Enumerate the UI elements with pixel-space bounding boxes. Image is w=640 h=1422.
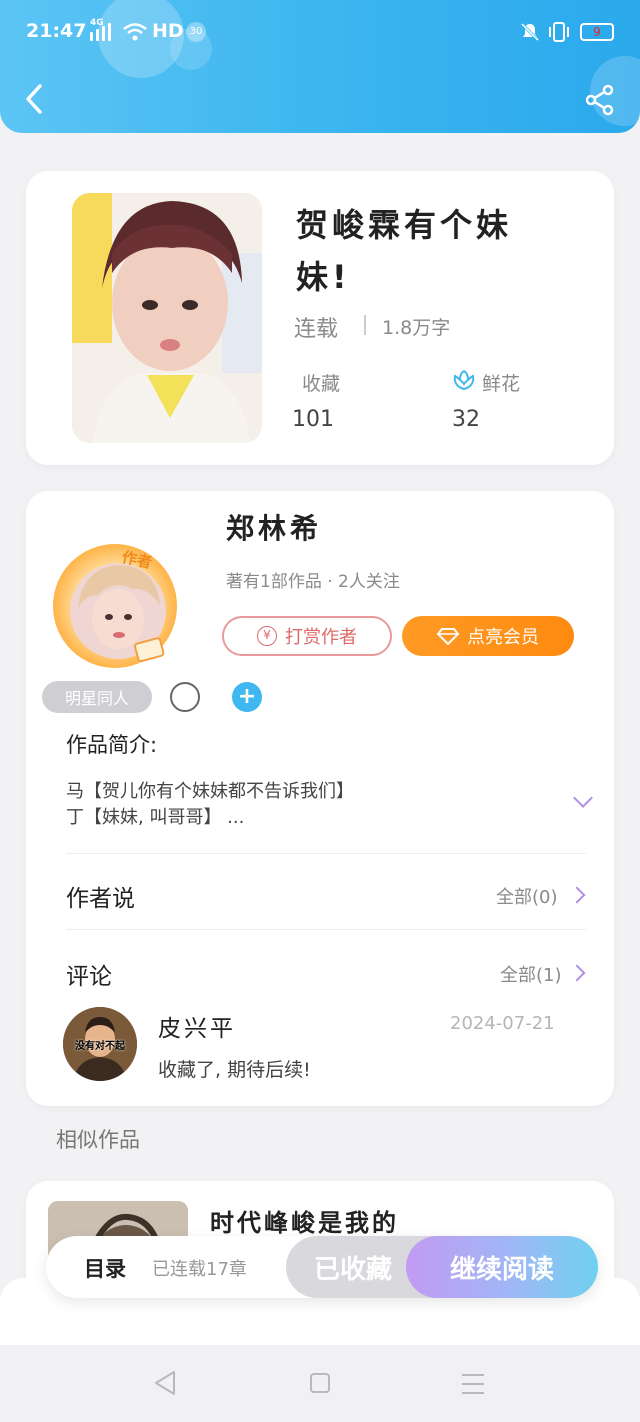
similar-heading: 相似作品	[56, 1128, 140, 1152]
share-icon[interactable]	[584, 84, 616, 116]
mute-icon	[520, 22, 540, 42]
intro-line-1: 马【贺儿你有个妹妹都不告诉我们】	[66, 781, 354, 802]
catalog-button[interactable]: 目录	[84, 1253, 126, 1283]
flowers-value: 32	[452, 407, 480, 432]
nav-home-icon[interactable]	[310, 1373, 330, 1393]
tag-circle-icon[interactable]	[170, 682, 200, 712]
book-cover[interactable]	[72, 193, 262, 443]
vibrate-icon	[549, 22, 569, 42]
author-avatar-image	[53, 544, 177, 668]
author-says-arrow-icon[interactable]	[568, 886, 586, 904]
add-tag-icon[interactable]: +	[232, 682, 262, 712]
tip-author-label: 打赏作者	[285, 627, 357, 648]
commenter-name[interactable]: 皮兴平	[158, 1009, 236, 1043]
author-avatar[interactable]: 作者	[48, 539, 182, 673]
top-header: 21:47 4G HD 30 9	[0, 0, 640, 133]
author-meta: 著有1部作品 · 2人关注	[226, 572, 400, 592]
signal-icon: 4G	[90, 18, 118, 42]
book-title: 贺峻霖有个妹妹!	[296, 206, 513, 296]
similar-book-title[interactable]: 时代峰峻是我的	[210, 1203, 399, 1238]
comment-text: 收藏了, 期待后续!	[158, 1059, 311, 1081]
detail-card: 作者 郑林希 著有1部作品 · 2人关注 ¥ 打赏作者 点亮会员 明星同人 + …	[26, 491, 614, 1106]
author-name[interactable]: 郑林希	[226, 507, 322, 547]
author-says-count[interactable]: 全部(0)	[496, 883, 558, 909]
comments-arrow-icon[interactable]	[568, 964, 586, 982]
hd-label: HD	[152, 20, 184, 42]
favorites-label: 收藏	[302, 373, 341, 395]
battery-icon: 9	[580, 23, 614, 41]
status-divider	[364, 315, 366, 335]
intro-line-2: 丁【妹妹, 叫哥哥】 ...	[66, 807, 245, 828]
vip-label: 点亮会员	[467, 627, 539, 648]
commenter-avatar[interactable]: 没有对不起	[63, 1007, 137, 1081]
vip-button[interactable]: 点亮会员	[402, 616, 574, 656]
category-tag[interactable]: 明星同人	[42, 681, 152, 713]
chapters-count: 已连载17章	[152, 1259, 247, 1280]
favorites-value: 101	[292, 407, 334, 432]
flowers-label: 鲜花	[482, 373, 521, 395]
book-info-card: 贺峻霖有个妹妹! 连载 1.8万字 收藏 101 鲜花 32	[26, 171, 614, 465]
divider	[66, 853, 586, 854]
word-count: 1.8万字	[382, 317, 451, 339]
flower-icon	[453, 369, 475, 391]
bottom-action-bar: 目录 已连载17章 已收藏 继续阅读	[46, 1236, 598, 1298]
author-says-label: 作者说	[66, 886, 135, 912]
comments-label: 评论	[66, 964, 112, 990]
intro-heading: 作品简介:	[66, 733, 158, 757]
comments-count[interactable]: 全部(1)	[500, 961, 562, 987]
cover-image	[72, 193, 262, 443]
speed-badge: 30	[186, 22, 206, 42]
yuan-icon: ¥	[257, 626, 277, 646]
divider	[66, 929, 586, 930]
system-nav-bar	[0, 1345, 640, 1422]
diamond-icon	[437, 628, 459, 645]
continue-reading-button[interactable]: 继续阅读	[406, 1236, 598, 1298]
status-time: 21:47	[26, 20, 87, 42]
comment-date: 2024-07-21	[450, 1013, 555, 1034]
nav-menu-icon[interactable]	[460, 1373, 486, 1395]
avatar-caption: 没有对不起	[75, 1041, 125, 1052]
book-status: 连载	[294, 317, 339, 342]
back-chevron-icon[interactable]	[22, 82, 48, 116]
wifi-icon	[123, 23, 147, 41]
nav-back-icon[interactable]	[152, 1369, 178, 1397]
tip-author-button[interactable]: ¥ 打赏作者	[222, 616, 392, 656]
expand-intro-icon[interactable]	[573, 788, 593, 808]
